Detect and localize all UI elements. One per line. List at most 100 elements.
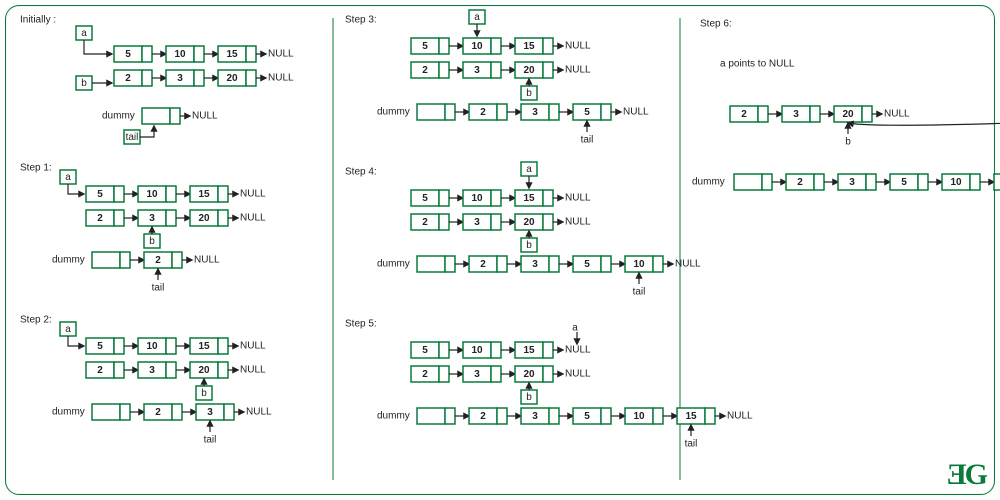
svg-text:NULL: NULL [268,73,294,84]
diagram-canvas: Initially :a51015NULLb2320NULLdummyNULLt… [0,0,1000,500]
svg-text:3: 3 [149,213,155,224]
svg-text:a: a [65,324,71,335]
svg-text:tail: tail [581,135,594,146]
svg-text:5: 5 [584,259,590,270]
svg-text:20: 20 [226,73,238,84]
svg-text:10: 10 [950,177,962,188]
svg-text:5: 5 [422,41,428,52]
svg-text:3: 3 [177,73,183,84]
svg-text:dummy: dummy [377,107,410,118]
svg-text:3: 3 [532,107,538,118]
svg-text:3: 3 [474,369,480,380]
svg-text:3: 3 [207,407,213,418]
logo: ƎG [947,458,986,492]
svg-text:Step 4:: Step 4: [345,167,377,178]
svg-text:b: b [526,88,532,99]
svg-text:20: 20 [198,365,210,376]
svg-text:5: 5 [422,193,428,204]
svg-text:10: 10 [146,189,158,200]
svg-text:Step 2:: Step 2: [20,315,52,326]
svg-text:NULL: NULL [727,411,753,422]
svg-text:10: 10 [471,345,483,356]
svg-text:3: 3 [474,217,480,228]
svg-text:dummy: dummy [52,255,85,266]
svg-text:Initially :: Initially : [20,15,56,26]
svg-text:NULL: NULL [240,189,266,200]
svg-text:20: 20 [842,109,854,120]
svg-text:3: 3 [149,365,155,376]
svg-text:5: 5 [422,345,428,356]
svg-text:b: b [526,392,532,403]
svg-text:NULL: NULL [565,41,591,52]
svg-text:5: 5 [125,49,131,60]
svg-text:NULL: NULL [240,213,266,224]
svg-text:10: 10 [146,341,158,352]
svg-text:15: 15 [198,341,210,352]
svg-text:3: 3 [849,177,855,188]
svg-text:15: 15 [523,193,535,204]
svg-text:NULL: NULL [240,365,266,376]
svg-text:tail: tail [685,439,698,450]
svg-text:a points to NULL: a points to NULL [720,59,795,70]
svg-text:15: 15 [226,49,238,60]
svg-text:Step 1:: Step 1: [20,163,52,174]
svg-text:dummy: dummy [377,411,410,422]
svg-text:dummy: dummy [102,111,135,122]
svg-text:a: a [474,12,480,23]
svg-text:20: 20 [523,369,535,380]
svg-text:NULL: NULL [623,107,649,118]
svg-text:5: 5 [97,189,103,200]
svg-text:NULL: NULL [565,217,591,228]
svg-text:3: 3 [793,109,799,120]
svg-text:a: a [526,164,532,175]
svg-text:tail: tail [204,435,217,446]
svg-text:a: a [572,323,578,334]
svg-text:NULL: NULL [565,369,591,380]
svg-text:5: 5 [584,411,590,422]
svg-text:2: 2 [97,213,103,224]
svg-text:10: 10 [633,259,645,270]
svg-text:2: 2 [155,255,161,266]
svg-text:dummy: dummy [52,407,85,418]
svg-text:5: 5 [97,341,103,352]
svg-text:a: a [65,172,71,183]
svg-text:b: b [81,78,87,89]
svg-text:2: 2 [480,411,486,422]
svg-text:NULL: NULL [268,49,294,60]
svg-text:dummy: dummy [692,177,725,188]
svg-text:b: b [201,388,207,399]
svg-text:2: 2 [422,65,428,76]
svg-text:NULL: NULL [565,65,591,76]
svg-text:b: b [526,240,532,251]
svg-text:10: 10 [174,49,186,60]
svg-text:20: 20 [198,213,210,224]
svg-text:a: a [81,28,87,39]
svg-text:NULL: NULL [884,109,910,120]
svg-text:15: 15 [523,345,535,356]
svg-text:NULL: NULL [192,111,218,122]
svg-text:NULL: NULL [194,255,220,266]
svg-text:2: 2 [480,107,486,118]
svg-text:tail: tail [633,287,646,298]
svg-text:b: b [845,137,851,148]
svg-text:2: 2 [155,407,161,418]
svg-text:10: 10 [471,41,483,52]
svg-text:2: 2 [97,365,103,376]
svg-text:20: 20 [523,217,535,228]
svg-text:Step 5:: Step 5: [345,319,377,330]
svg-text:Step 3:: Step 3: [345,15,377,26]
svg-text:15: 15 [685,411,697,422]
svg-text:dummy: dummy [377,259,410,270]
svg-text:15: 15 [523,41,535,52]
svg-text:3: 3 [532,411,538,422]
svg-text:20: 20 [523,65,535,76]
svg-text:10: 10 [471,193,483,204]
svg-text:tail: tail [152,283,165,294]
svg-text:NULL: NULL [240,341,266,352]
svg-text:NULL: NULL [565,345,591,356]
svg-text:Step 6:: Step 6: [700,19,732,30]
svg-text:2: 2 [480,259,486,270]
svg-text:5: 5 [901,177,907,188]
svg-text:NULL: NULL [675,259,701,270]
svg-text:b: b [149,236,155,247]
